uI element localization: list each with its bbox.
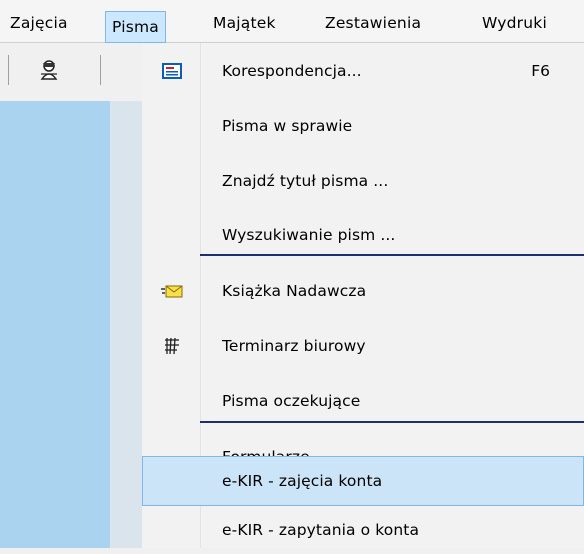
menu-bar: Zajęcia Pisma Majątek Zestawienia Wydruk… [0,0,584,43]
menu-item-korespondencja[interactable]: Korespondencja... F6 [142,47,584,95]
client-gutter [110,101,142,548]
shortcut-label: F6 [531,62,550,80]
menu-item-label: Wyszukiwanie pism ... [222,226,396,244]
menu-item-znajdz-tytul[interactable]: Znajdź tytuł pisma ... [142,157,584,205]
menu-divider [200,421,584,423]
menu-item-label: Korespondencja... [222,62,362,80]
mail-letter-icon [160,280,184,302]
menu-item-label: Książka Nadawcza [222,282,367,300]
toolbar-user-button[interactable] [32,55,66,85]
menu-item-label: Pisma oczekujące [222,392,361,410]
toolbar-separator [8,55,9,85]
pisma-dropdown-menu: Korespondencja... F6 Pisma w sprawie Zna… [142,43,584,548]
toolbar [0,43,142,101]
menu-zajecia[interactable]: Zajęcia [4,9,74,37]
main-client-area [0,101,142,548]
menu-divider [200,254,584,256]
menu-item-pisma-oczekujace[interactable]: Pisma oczekujące [142,377,584,425]
menu-zestawienia[interactable]: Zestawienia [319,9,427,37]
user-ghost-icon [40,60,58,80]
menu-item-pisma-w-sprawie[interactable]: Pisma w sprawie [142,102,584,150]
menu-item-label: Znajdź tytuł pisma ... [222,172,389,190]
menu-item-label: Terminarz biurowy [222,337,366,355]
menu-item-wyszukiwanie-pism[interactable]: Wyszukiwanie pism ... [142,211,584,259]
menu-item-ksiazka-nadawcza[interactable]: Książka Nadawcza [142,267,584,315]
menu-majatek[interactable]: Majątek [207,9,282,37]
menu-wydruki[interactable]: Wydruki [476,9,553,37]
envelope-form-icon [160,60,184,82]
menu-item-label: e-KIR - zajęcia konta [222,472,383,490]
menu-item-terminarz-biurowy[interactable]: Terminarz biurowy [142,322,584,370]
menu-item-label: Pisma w sprawie [222,117,353,135]
toolbar-separator [100,55,101,85]
calendar-grid-icon [160,335,184,357]
menu-item-ekir-zapytania-o-konta[interactable]: e-KIR - zapytania o konta [142,506,584,554]
menu-pisma[interactable]: Pisma [105,11,166,43]
menu-item-label: e-KIR - zapytania o konta [222,521,420,539]
menu-item-ekir-zajecia-konta[interactable]: e-KIR - zajęcia konta [142,456,584,506]
